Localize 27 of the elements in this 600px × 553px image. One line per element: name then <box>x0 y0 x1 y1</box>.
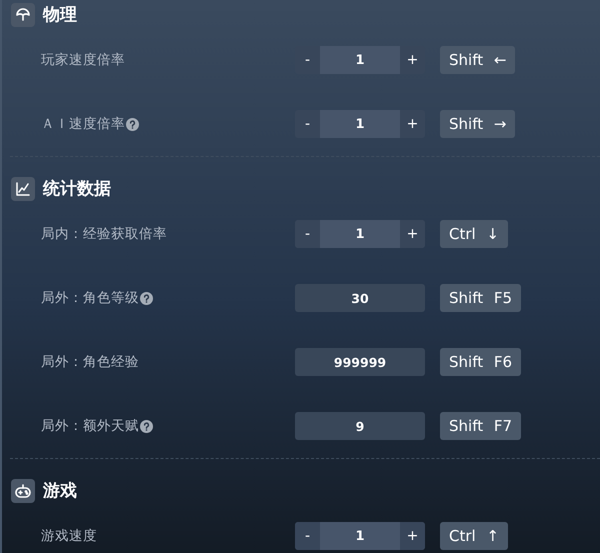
hotkey-button[interactable]: Shift F5 <box>440 284 522 312</box>
value-field[interactable]: 1 <box>320 110 400 138</box>
gamepad-icon <box>11 479 35 503</box>
umbrella-icon <box>11 3 35 27</box>
setting-label: 局内：经验获取倍率 <box>41 225 167 243</box>
setting-label: ＡＩ速度倍率 <box>41 115 125 133</box>
value-field[interactable]: 1 <box>320 46 400 74</box>
number-field[interactable]: 30 <box>295 284 425 312</box>
setting-label: 玩家速度倍率 <box>41 51 125 69</box>
number-field[interactable]: 9 <box>295 412 425 440</box>
section-title: 游戏 <box>43 480 77 503</box>
line-chart-icon <box>11 177 35 201</box>
hotkey-button[interactable]: Shift F7 <box>440 412 522 440</box>
section-title: 物理 <box>43 4 77 27</box>
setting-label: 局外：额外天赋 <box>41 417 139 435</box>
setting-label: 局外：角色等级 <box>41 289 139 307</box>
setting-label: 游戏速度 <box>41 527 97 545</box>
hotkey-button[interactable]: Shift ← <box>440 46 516 74</box>
setting-label: 局外：角色经验 <box>41 353 139 371</box>
value-field[interactable]: 1 <box>320 522 400 550</box>
hotkey-button[interactable]: Ctrl ↑ <box>440 522 508 550</box>
hotkey-button[interactable]: Ctrl ↓ <box>440 220 508 248</box>
hotkey-button[interactable]: Shift → <box>440 110 516 138</box>
number-field[interactable]: 999999 <box>295 348 425 376</box>
hotkey-button[interactable]: Shift F6 <box>440 348 522 376</box>
section-title: 统计数据 <box>43 178 111 201</box>
value-field[interactable]: 1 <box>320 220 400 248</box>
